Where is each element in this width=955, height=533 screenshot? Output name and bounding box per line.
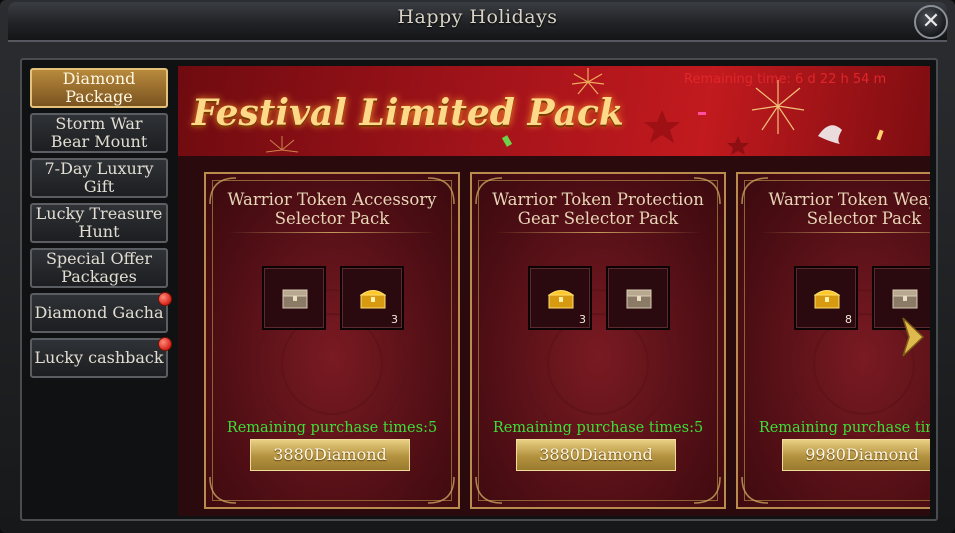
remaining-purchase-times: Remaining purchase times:5 [492, 420, 704, 436]
remaining-time: Remaining time: 6 d 22 h 54 m [684, 72, 887, 87]
item-slot[interactable] [262, 266, 326, 330]
festival-banner: Festival Limited Pack Remaining time: 6 … [178, 66, 930, 156]
sidebar-item-label: Diamond Gacha [34, 303, 164, 322]
sidebar: Diamond Package Storm War Bear Mount 7-D… [28, 66, 172, 516]
item-slot[interactable] [606, 266, 670, 330]
close-icon: ✕ [921, 9, 941, 34]
silver-chest-icon [626, 289, 652, 309]
title-divider [494, 232, 702, 233]
sidebar-item-7-day-luxury-gift[interactable]: 7-Day Luxury Gift [30, 158, 168, 198]
pack-card: Warrior Token Protection Gear Selector P… [470, 172, 726, 509]
silver-chest-icon [892, 289, 918, 309]
sidebar-item-label: Lucky cashback [34, 348, 164, 367]
notification-badge [158, 292, 172, 306]
sidebar-item-label: Special Offer Packages [45, 249, 153, 286]
pack-title: Warrior Token Weapon Selector Pack [768, 190, 930, 228]
item-count: 8 [845, 313, 852, 326]
banner-title: Festival Limited Pack [192, 92, 624, 134]
sidebar-item-diamond-gacha[interactable]: Diamond Gacha [30, 293, 168, 333]
sidebar-item-diamond-package[interactable]: Diamond Package [30, 68, 168, 108]
sidebar-item-special-offer-packages[interactable]: Special Offer Packages [30, 248, 168, 288]
title-divider [228, 232, 436, 233]
next-page-arrow-icon[interactable] [901, 316, 925, 358]
silver-chest-icon [282, 289, 308, 309]
title-divider [760, 232, 930, 233]
remaining-purchase-times: Remaining purchase times:5 [226, 420, 438, 436]
gold-chest-icon [360, 290, 386, 309]
content-area: Festival Limited Pack Remaining time: 6 … [178, 66, 930, 516]
item-slot[interactable]: 8 [794, 266, 858, 330]
remaining-purchase-times: Remaining purchase times:5 [758, 420, 930, 436]
pack-title: Warrior Token Protection Gear Selector P… [492, 190, 704, 228]
gold-chest-icon [548, 290, 574, 309]
pack-title: Warrior Token Accessory Selector Pack [227, 190, 437, 228]
gold-chest-icon [814, 290, 840, 309]
buy-button[interactable]: 9980Diamond [782, 439, 930, 471]
item-slot[interactable]: 3 [528, 266, 592, 330]
item-slot[interactable]: 3 [340, 266, 404, 330]
pack-card: Warrior Token Accessory Selector Pack 3 … [204, 172, 460, 509]
window-title: Happy Holidays [397, 6, 558, 28]
notification-badge [158, 337, 172, 351]
buy-button[interactable]: 3880Diamond [250, 439, 410, 471]
sidebar-item-label: 7-Day Luxury Gift [44, 159, 154, 196]
sidebar-item-label: Storm War Bear Mount [50, 114, 148, 151]
sidebar-item-label: Lucky Treasure Hunt [35, 204, 163, 241]
sidebar-item-lucky-cashback[interactable]: Lucky cashback [30, 338, 168, 378]
buy-button[interactable]: 3880Diamond [516, 439, 676, 471]
sidebar-item-storm-war-bear-mount[interactable]: Storm War Bear Mount [30, 113, 168, 153]
sidebar-item-label: Diamond Package [62, 69, 136, 106]
sidebar-item-lucky-treasure-hunt[interactable]: Lucky Treasure Hunt [30, 203, 168, 243]
item-count: 3 [391, 313, 398, 326]
close-button[interactable]: ✕ [914, 5, 948, 39]
item-count: 3 [579, 313, 586, 326]
